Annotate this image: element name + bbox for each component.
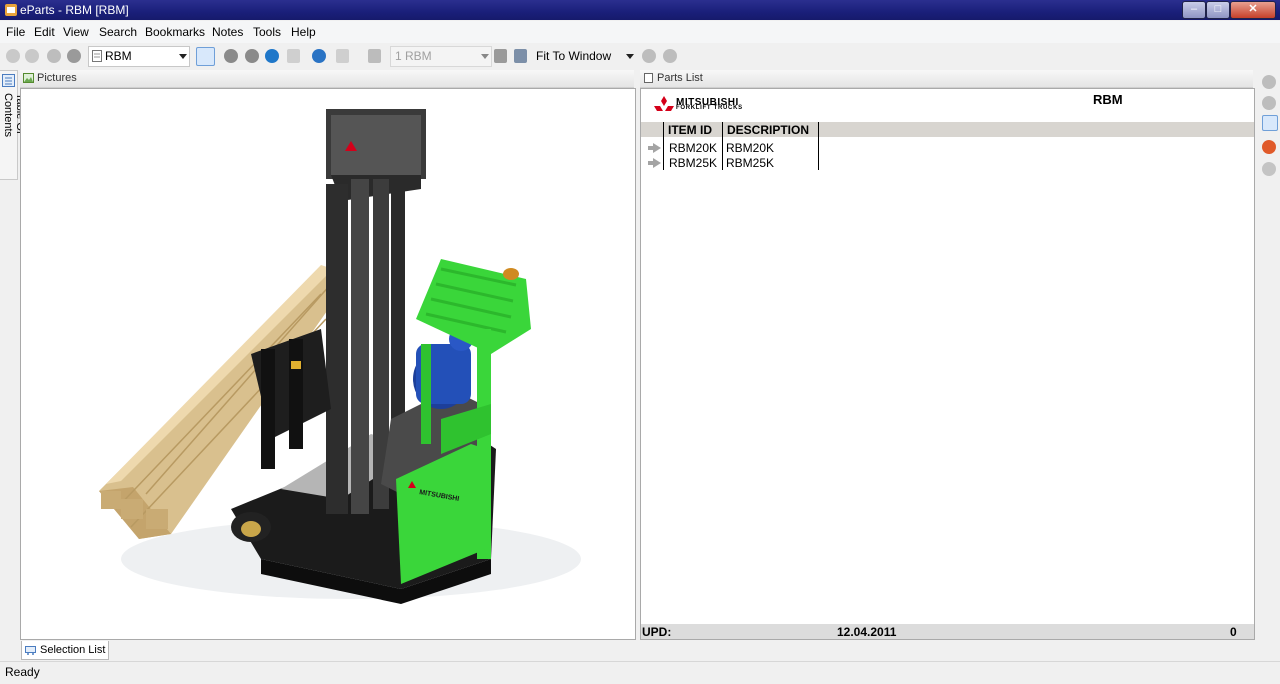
bookmark-icon[interactable] (312, 49, 326, 63)
document-icon (644, 73, 653, 83)
toc-toggle-icon[interactable] (196, 47, 215, 66)
document-icon (92, 50, 102, 62)
pictures-pane: MITSUBISHI (20, 88, 636, 640)
next-page-icon[interactable] (265, 49, 279, 63)
selection-list-tab[interactable]: Selection List (21, 641, 109, 660)
part-add-icon[interactable] (1262, 75, 1276, 89)
menu-tools[interactable]: Tools (253, 25, 281, 39)
menu-file[interactable]: File (6, 25, 25, 39)
info-icon[interactable] (1262, 162, 1276, 176)
chevron-down-icon (179, 54, 187, 59)
column-header-item-id[interactable]: ITEM ID (668, 123, 712, 137)
forklift-illustration[interactable]: MITSUBISHI (21, 89, 635, 639)
cart-icon[interactable] (1262, 115, 1278, 131)
mitsubishi-logo-icon (654, 96, 674, 111)
menu-view[interactable]: View (63, 25, 89, 39)
zoom-fit-icon[interactable] (514, 49, 527, 63)
page-select[interactable]: 1 RBM (390, 46, 492, 67)
table-row[interactable]: RBM20K RBM20K (641, 141, 1254, 156)
parts-pane-title: Parts List (657, 72, 703, 84)
pictures-pane-title: Pictures (37, 72, 77, 84)
cell-description: RBM25K (726, 156, 775, 170)
title-bar: eParts - RBM [RBM] – □ ✕ (0, 0, 1280, 20)
arrow-right-icon[interactable] (648, 158, 661, 168)
arrow-right-icon[interactable] (648, 143, 661, 153)
up-icon[interactable] (47, 49, 61, 63)
unlink-icon[interactable] (663, 49, 677, 63)
link-icon[interactable] (642, 49, 656, 63)
chevron-down-icon (626, 54, 634, 59)
window-title: eParts - RBM [RBM] (20, 3, 129, 17)
table-row[interactable]: RBM25K RBM25K (641, 156, 1254, 171)
zoom-in-icon[interactable] (494, 49, 507, 63)
parts-list-pane: MITSUBISHI FORKLIFT TRUCKS RBM ITEM ID D… (640, 88, 1255, 640)
picture-icon (23, 73, 34, 83)
first-page-icon[interactable] (245, 49, 259, 63)
status-text: Ready (5, 665, 40, 679)
menu-bar: File Edit View Search Bookmarks Notes To… (0, 21, 1280, 43)
parts-header-title: RBM (1093, 92, 1123, 107)
cell-description: RBM20K (726, 141, 775, 155)
menu-search[interactable]: Search (99, 25, 137, 39)
part-remove-icon[interactable] (1262, 96, 1276, 110)
back-icon[interactable] (6, 49, 20, 63)
menu-edit[interactable]: Edit (34, 25, 55, 39)
parts-pane-header: Parts List (640, 70, 1253, 88)
footer-upd-label: UPD: (642, 625, 672, 639)
previous-page-icon[interactable] (224, 49, 238, 63)
selection-list-label: Selection List (40, 644, 106, 656)
parts-footer: UPD: 12.04.2011 0 (641, 624, 1254, 639)
toolbar: RBM 1 RBM Fit To Window (0, 44, 1280, 68)
parts-table-header: ITEM ID DESCRIPTION (641, 122, 1254, 137)
toc-icon (2, 74, 15, 87)
forward-icon[interactable] (25, 49, 39, 63)
chevron-down-icon (481, 54, 489, 59)
logo-subtitle: FORKLIFT TRUCKS (676, 105, 743, 111)
column-header-description[interactable]: DESCRIPTION (727, 123, 809, 137)
picture-icon[interactable] (368, 49, 381, 63)
app-icon (5, 4, 17, 16)
note-icon[interactable] (336, 49, 349, 63)
footer-count: 0 (1230, 625, 1237, 639)
cell-item-id: RBM20K (669, 141, 718, 155)
minimize-button[interactable]: – (1182, 1, 1206, 19)
cart-icon (25, 646, 36, 655)
search-part-icon[interactable] (1262, 140, 1276, 154)
home-icon[interactable] (67, 49, 81, 63)
menu-help[interactable]: Help (291, 25, 316, 39)
zoom-select[interactable]: Fit To Window (531, 46, 637, 67)
pictures-pane-header: Pictures (20, 70, 634, 88)
catalog-select[interactable]: RBM (88, 46, 190, 67)
print-icon[interactable] (287, 49, 300, 63)
table-of-contents-tab[interactable]: Table Of Contents (0, 70, 26, 180)
footer-date: 12.04.2011 (837, 625, 897, 639)
menu-notes[interactable]: Notes (212, 25, 243, 39)
menu-bookmarks[interactable]: Bookmarks (145, 25, 205, 39)
status-bar: Ready (0, 661, 1280, 684)
cell-item-id: RBM25K (669, 156, 718, 170)
maximize-button[interactable]: □ (1206, 1, 1230, 19)
close-button[interactable]: ✕ (1230, 1, 1276, 19)
